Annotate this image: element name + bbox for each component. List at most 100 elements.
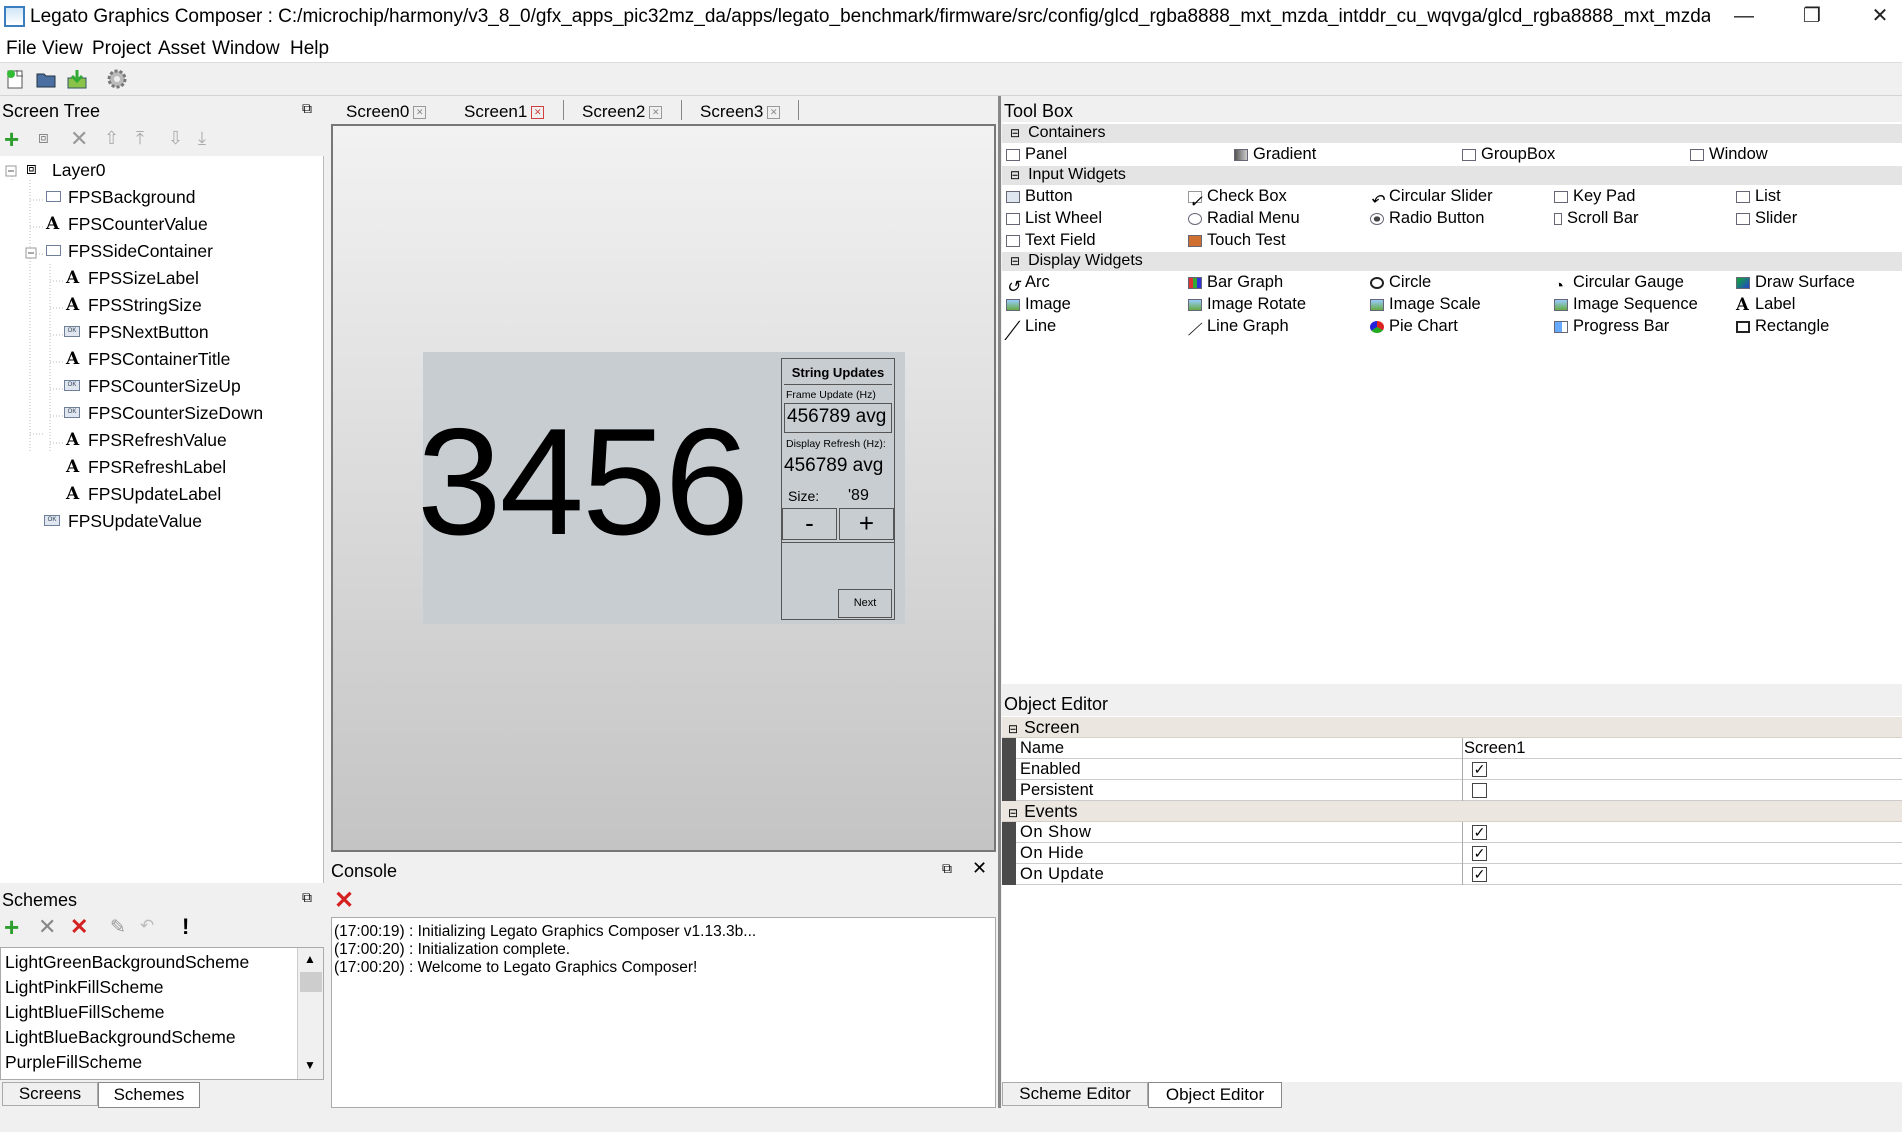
section-containers[interactable]: ⊟ Containers (1002, 124, 1902, 143)
tree-node-fpsupdatelabel[interactable]: A FPSUpdateLabel (64, 484, 221, 505)
tree-node-fpscountersizeup[interactable]: OK FPSCounterSizeUp (64, 376, 241, 397)
edit-scheme-icon[interactable]: ✎ (110, 916, 126, 939)
tab-screen1[interactable]: Screen1 ✕ (464, 96, 545, 124)
scroll-up-icon[interactable]: ▲ (304, 952, 316, 966)
tool-list-wheel[interactable]: List Wheel (1006, 209, 1102, 228)
delete-icon[interactable]: ✕ (70, 126, 88, 152)
tool-radial-menu[interactable]: Radial Menu (1188, 209, 1300, 228)
tool-pie-chart[interactable]: Pie Chart (1370, 317, 1458, 336)
property-row-enabled[interactable]: Enabled ✓ (1002, 759, 1902, 780)
add-scheme-icon[interactable]: + (4, 912, 19, 943)
remove-scheme-icon[interactable]: ✕ (38, 914, 56, 940)
property-row-persistent[interactable]: Persistent (1002, 780, 1902, 801)
design-canvas[interactable]: 3456 String Updates Frame Update (Hz) 45… (331, 124, 996, 852)
delete-scheme-icon[interactable]: ✕ (70, 914, 88, 940)
tab-schemes[interactable]: Schemes (98, 1082, 200, 1108)
scroll-down-icon[interactable]: ▼ (304, 1058, 316, 1072)
tool-circular-slider[interactable]: ↶ Circular Slider (1370, 187, 1493, 210)
tree-node-fpscountersizedown[interactable]: OK FPSCounterSizeDown (64, 403, 263, 424)
list-item[interactable]: LightBlueFillScheme (5, 1002, 165, 1023)
tab-screen2[interactable]: Screen2 ✕ (582, 96, 663, 124)
tool-image-rotate[interactable]: Image Rotate (1188, 295, 1306, 314)
persistent-checkbox[interactable] (1472, 783, 1487, 798)
screen-preview[interactable]: 3456 String Updates Frame Update (Hz) 45… (417, 352, 905, 624)
menu-help[interactable]: Help (290, 38, 329, 60)
tab-screen3[interactable]: Screen3 ✕ (700, 96, 781, 124)
new-project-icon[interactable] (5, 68, 27, 90)
group-events[interactable]: ⊟ Events (1002, 801, 1902, 822)
next-button[interactable]: Next (838, 589, 892, 618)
tree-node-fpscontainertitle[interactable]: A FPSContainerTitle (64, 349, 230, 370)
tool-image-sequence[interactable]: Image Sequence (1554, 295, 1698, 314)
scroll-thumb[interactable] (300, 972, 322, 992)
tree-node-fpsbackground[interactable]: FPSBackground (44, 187, 195, 208)
restore-button[interactable]: ❐ (1782, 0, 1842, 34)
tool-bar-graph[interactable]: Bar Graph (1188, 273, 1283, 292)
minimize-button[interactable]: — (1714, 0, 1774, 34)
tab-screens[interactable]: Screens (2, 1082, 98, 1106)
tree-node-fpsrefreshvalue[interactable]: A FPSRefreshValue (64, 430, 227, 451)
fps-update-value[interactable]: 456789 avg (784, 403, 892, 433)
tool-line[interactable]: ╱ Line (1006, 317, 1056, 340)
list-item[interactable]: LightBlueBackgroundScheme (5, 1027, 236, 1048)
open-project-icon[interactable] (35, 68, 57, 90)
move-up-icon[interactable]: ⇧ (104, 128, 119, 149)
enabled-checkbox[interactable]: ✓ (1472, 762, 1487, 777)
tree-node-fpssidecontainer[interactable]: FPSSideContainer (44, 241, 213, 262)
tool-progress-bar[interactable]: Progress Bar (1554, 317, 1669, 336)
float-panel-icon[interactable]: ⧉ (302, 100, 312, 117)
menu-project[interactable]: Project (92, 38, 151, 60)
menu-window[interactable]: Window (212, 38, 280, 60)
list-item[interactable]: LightPinkFillScheme (5, 977, 164, 998)
float-panel-icon[interactable]: ⧉ (942, 860, 952, 877)
clear-console-icon[interactable]: ✕ (334, 886, 354, 915)
list-item[interactable]: LightGreenBackgroundScheme (5, 952, 249, 973)
tab-scheme-editor[interactable]: Scheme Editor (1002, 1082, 1148, 1106)
tree-node-fpssizelabel[interactable]: A FPSSizeLabel (64, 268, 199, 289)
section-input-widgets[interactable]: ⊟ Input Widgets (1002, 166, 1902, 185)
move-top-icon[interactable]: ⤒ (136, 128, 144, 149)
tree-node-fpsnextbutton[interactable]: OK FPSNextButton (64, 322, 209, 343)
tree-node-fpsupdatevalue[interactable]: OK FPSUpdateValue (44, 511, 202, 532)
tree-node-fpsrefreshlabel[interactable]: A FPSRefreshLabel (64, 457, 226, 478)
undo-icon[interactable]: ↶ (140, 916, 154, 936)
close-button[interactable]: ✕ (1850, 0, 1902, 34)
property-row-name[interactable]: Name Screen1 (1002, 738, 1902, 759)
tool-panel[interactable]: Panel (1006, 145, 1067, 164)
tool-slider[interactable]: Slider (1736, 209, 1797, 228)
schemes-scrollbar[interactable]: ▲ ▼ (297, 948, 323, 1079)
tool-label[interactable]: A Label (1736, 295, 1795, 314)
tool-line-graph[interactable]: ⟋ Line Graph (1188, 317, 1289, 339)
tool-groupbox[interactable]: GroupBox (1462, 145, 1555, 164)
close-tab-icon[interactable]: ✕ (413, 106, 427, 120)
tool-rectangle[interactable]: Rectangle (1736, 317, 1829, 336)
tool-check-box[interactable]: ✓ Check Box (1188, 187, 1287, 211)
on-show-checkbox[interactable]: ✓ (1472, 825, 1487, 840)
move-bottom-icon[interactable]: ⤓ (198, 128, 206, 149)
warning-icon[interactable]: ! (182, 914, 189, 940)
close-tab-icon[interactable]: ✕ (531, 106, 545, 120)
tool-button[interactable]: Button (1006, 187, 1073, 206)
close-console-icon[interactable]: ✕ (972, 858, 987, 879)
on-hide-checkbox[interactable]: ✓ (1472, 846, 1487, 861)
property-row-on-show[interactable]: On Show ✓ (1002, 822, 1902, 843)
tool-touch-test[interactable]: Touch Test (1188, 231, 1286, 250)
tool-circular-gauge[interactable]: ◔ Circular Gauge (1554, 273, 1684, 295)
tool-gradient[interactable]: Gradient (1234, 145, 1316, 164)
tool-radio-button[interactable]: Radio Button (1370, 209, 1484, 228)
move-down-icon[interactable]: ⇩ (168, 128, 183, 149)
layer-add-icon[interactable]: ⧈ (38, 128, 49, 148)
tool-window[interactable]: Window (1690, 145, 1768, 164)
tool-scroll-bar[interactable]: Scroll Bar (1554, 209, 1639, 228)
tool-draw-surface[interactable]: Draw Surface (1736, 273, 1855, 292)
tree-node-layer0[interactable]: ⧈ Layer0 (24, 159, 106, 181)
on-update-checkbox[interactable]: ✓ (1472, 867, 1487, 882)
float-panel-icon[interactable]: ⧉ (302, 889, 312, 906)
counter-size-down-button[interactable]: - (782, 508, 837, 540)
save-project-icon[interactable] (66, 68, 88, 90)
menu-file[interactable]: File (6, 38, 37, 60)
property-row-on-hide[interactable]: On Hide ✓ (1002, 843, 1902, 864)
tool-image[interactable]: Image (1006, 295, 1071, 314)
tree-node-fpscountervalue[interactable]: A FPSCounterValue (44, 214, 208, 235)
settings-gear-icon[interactable] (106, 68, 128, 90)
